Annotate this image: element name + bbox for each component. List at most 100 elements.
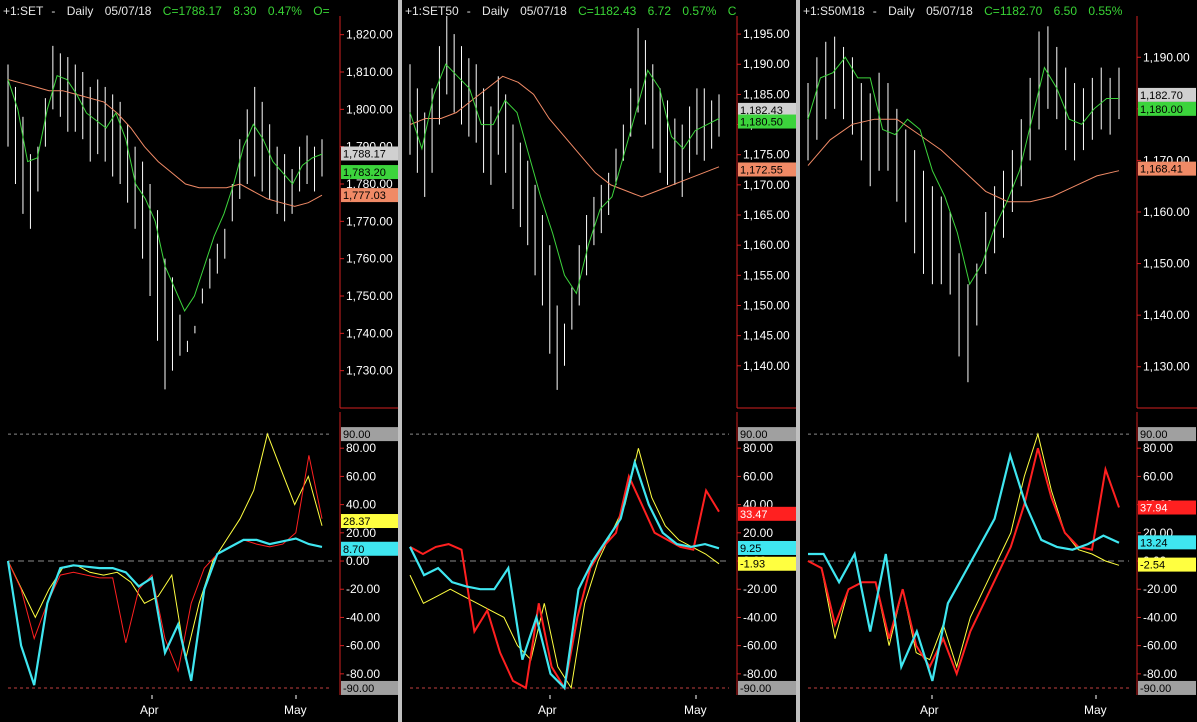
header-interval: Daily [482,4,509,18]
price-tick-label: 1,185.00 [743,87,790,101]
osc-tick-label: 80.00 [743,441,773,455]
price-tick-label: 1,150.00 [1143,257,1190,271]
header-change: 8.30 [233,4,257,18]
x-axis-label: Apr [140,703,159,717]
price-tick-label: 1,190.00 [743,57,790,71]
header-date: 05/07/18 [520,4,567,18]
osc-bound-label-text: -90.00 [1140,683,1171,695]
osc-tick-label: 60.00 [1143,469,1173,483]
chart-canvas-set50[interactable]: 1,195.001,190.001,185.001,180.001,175.00… [402,0,796,722]
header-interval: Daily [888,4,915,18]
price-label-slow-text: 1,777.03 [343,190,386,202]
price-tick-label: 1,800.00 [346,102,393,116]
price-tick-label: 1,730.00 [346,364,393,378]
price-label-fast: 1,180.50 [738,114,796,129]
osc-label-j-text: 8.70 [343,544,364,556]
fast-ma-line [409,63,720,295]
chart-panel-s50m18[interactable]: 1,190.001,180.001,170.001,160.001,150.00… [800,0,1197,722]
osc-label-k-text: 37.94 [1140,503,1168,515]
osc-tick-label: 40.00 [346,498,376,512]
header-date: 05/07/18 [926,4,973,18]
osc-tick-label: -60.00 [1143,639,1177,653]
osc-j-line [808,451,1120,682]
slow-ma-line [7,79,323,207]
price-label-slow: 1,172.55 [738,162,796,177]
osc-tick-label: 60.00 [743,469,773,483]
price-tick-label: 1,130.00 [1143,360,1190,374]
header-interval: Daily [66,4,94,18]
osc-tick-label: -80.00 [1143,667,1177,681]
osc-tick-label: -80.00 [743,667,777,681]
osc-bound-label-text: -90.00 [343,683,374,695]
price-tick-label: 1,160.00 [1143,205,1190,219]
osc-bound-label: -90.00 [738,680,796,695]
osc-d-line [409,448,720,690]
price-tick-label: 1,160.00 [743,238,790,252]
chart-panel-set50[interactable]: 1,195.001,190.001,185.001,180.001,175.00… [402,0,796,722]
x-axis-label: May [684,703,707,717]
chart-canvas-set[interactable]: 1,820.001,810.001,800.001,790.001,780.00… [0,0,398,722]
price-tick-label: 1,195.00 [743,27,790,41]
osc-tick-label: -60.00 [346,639,380,653]
price-label-fast-text: 1,180.00 [1140,104,1183,116]
osc-label-j: 9.25 [738,540,796,555]
osc-bound-label: -90.00 [341,680,398,695]
osc-tick-label: -20.00 [346,582,380,596]
osc-label-j: 13.24 [1138,535,1196,550]
chart-canvas-s50m18[interactable]: 1,190.001,180.001,170.001,160.001,150.00… [800,0,1197,722]
osc-label-k: 37.94 [1138,500,1196,515]
osc-label-j-text: 9.25 [740,543,761,555]
price-tick-label: 1,155.00 [743,268,790,282]
price-tick-label: 1,145.00 [743,329,790,343]
x-axis-label: Apr [538,703,557,717]
osc-bound-label: -90.00 [1138,680,1196,695]
chart-panel-set[interactable]: 1,820.001,810.001,800.001,790.001,780.00… [0,0,398,722]
x-axis-label: May [1084,703,1107,717]
header-close: C=1788.17 [162,4,222,18]
osc-tick-label: -20.00 [1143,582,1177,596]
chart-header: +1:SET50- Daily 05/07/18 C=1182.43 6.72 … [405,4,737,18]
x-axis-label: May [284,703,307,717]
slow-ma-line [807,118,1120,203]
header-pct: 0.47% [267,4,302,18]
osc-bound-label: 90.00 [341,427,398,442]
price-tick-label: 1,750.00 [346,289,393,303]
osc-label-j-text: 13.24 [1140,537,1168,549]
price-tick-label: 1,150.00 [743,298,790,312]
osc-tick-label: -80.00 [346,667,380,681]
price-label-fast-text: 1,180.50 [740,117,783,129]
header-close: C=1182.70 [984,4,1043,18]
osc-label-d: -2.54 [1138,557,1196,572]
osc-k-line [409,473,720,691]
price-label-slow: 1,168.41 [1138,161,1196,176]
osc-label-j: 8.70 [341,541,398,556]
osc-bound-label: 90.00 [1138,427,1196,442]
price-tick-label: 1,770.00 [346,214,393,228]
osc-k-line [7,455,323,673]
price-tick-label: 1,810.00 [346,65,393,79]
osc-tick-label: -60.00 [743,639,777,653]
osc-label-d-text: 28.37 [343,516,371,528]
price-label-slow: 1,777.03 [341,188,398,203]
header-date: 05/07/18 [104,4,152,18]
header-extra: C [727,4,737,18]
price-tick-label: 1,140.00 [1143,308,1190,322]
price-tick-label: 1,190.00 [1143,50,1190,64]
osc-tick-label: 80.00 [1143,441,1173,455]
price-label-slow-text: 1,168.41 [1140,164,1183,176]
header-symbol: +1:SET [3,4,44,18]
chart-header: +1:S50M18- Daily 05/07/18 C=1182.70 6.50… [803,4,1123,18]
osc-j-line [409,458,720,691]
osc-bound-label-text: 90.00 [343,429,371,441]
osc-bound-label-text: -90.00 [740,683,771,695]
price-tick-label: 1,760.00 [346,252,393,266]
osc-tick-label: 0.00 [346,554,370,568]
header-change: 6.72 [647,4,671,18]
osc-label-d-text: -1.93 [740,559,765,571]
osc-j-line [6,537,323,686]
price-tick-label: 1,170.00 [743,178,790,192]
osc-d-line [7,432,323,660]
price-tick-label: 1,165.00 [743,208,790,222]
header-symbol: +1:SET50 [405,4,459,18]
price-label-price-text: 1,788.17 [343,148,386,160]
